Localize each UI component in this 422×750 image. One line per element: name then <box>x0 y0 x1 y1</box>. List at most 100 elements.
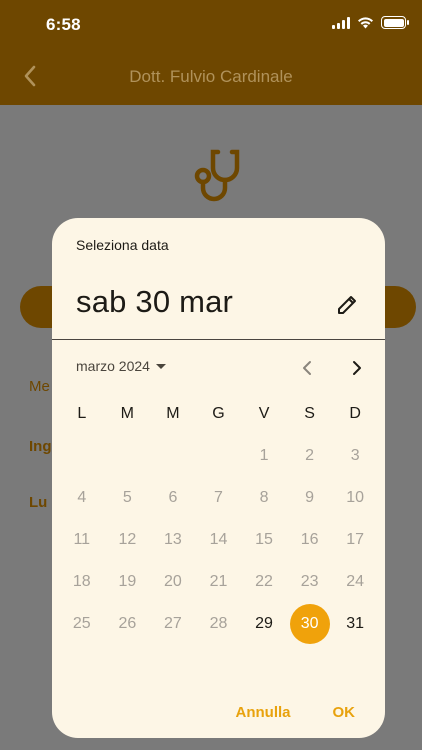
calendar-day-label: 31 <box>346 615 365 632</box>
weekday-label: L <box>77 405 87 422</box>
background-label: Me <box>29 378 50 395</box>
weekday-header-row: LMMGVSD <box>59 393 378 435</box>
calendar-day-label: 3 <box>350 447 360 464</box>
selected-date-display: sab 30 mar <box>76 284 234 319</box>
calendar-day-label: 20 <box>164 573 182 590</box>
calendar-day-label: 10 <box>346 489 365 506</box>
calendar-day-selected[interactable]: 30 <box>287 603 333 645</box>
weekday-label: G <box>212 405 225 422</box>
caret-down-icon <box>155 363 166 369</box>
calendar-day-label: 24 <box>346 573 365 590</box>
status-bar: 6:58 <box>0 0 422 48</box>
calendar-day-label: 5 <box>122 489 132 506</box>
wifi-icon <box>358 16 373 28</box>
weekday-label: S <box>304 405 315 422</box>
calendar-day-label: 17 <box>346 531 365 548</box>
app-bar: Dott. Fulvio Cardinale <box>0 48 422 105</box>
calendar-day-label: 29 <box>255 615 273 632</box>
calendar-day: 22 <box>241 561 287 603</box>
calendar-week-row: 1 2 3 <box>59 435 378 477</box>
date-picker-dialog: Seleziona data sab 30 mar marzo 2024 L M M… <box>52 218 385 738</box>
cellular-signal-icon <box>332 16 350 29</box>
calendar-day-label: 6 <box>168 489 178 506</box>
calendar-week-row: 18 19 20 21 22 23 24 <box>59 561 378 603</box>
calendar-day: 25 <box>59 603 105 645</box>
weekday-label: V <box>258 405 270 422</box>
page-title: Dott. Fulvio Cardinale <box>129 67 293 86</box>
calendar-day: 16 <box>287 519 333 561</box>
calendar-day[interactable]: 31 <box>332 603 378 645</box>
ok-button[interactable]: OK <box>333 704 356 721</box>
weekday-label: M <box>120 405 134 422</box>
calendar-day: 24 <box>332 561 378 603</box>
month-year-selector[interactable]: marzo 2024 <box>76 358 166 374</box>
calendar-day-label: 23 <box>300 573 319 590</box>
calendar-day: 4 <box>59 477 105 519</box>
calendar-day-label: 21 <box>209 573 228 590</box>
calendar-day: 8 <box>241 477 287 519</box>
calendar-day-label: 7 <box>214 489 223 506</box>
calendar-day: 23 <box>287 561 333 603</box>
calendar-day-label: 4 <box>77 489 87 506</box>
calendar-day-label: 13 <box>164 531 182 548</box>
calendar-day: 13 <box>150 519 196 561</box>
dialog-actions: Annulla OK <box>236 704 356 721</box>
calendar-day-label: 19 <box>118 573 137 590</box>
empty-cell <box>196 435 242 477</box>
background-label: Lu <box>29 494 48 511</box>
calendar-week-row: 25 26 27 28 29 30 31 <box>59 603 378 645</box>
calendar-day-label: 28 <box>209 615 228 632</box>
calendar-day: 3 <box>332 435 378 477</box>
calendar-day-label: 30 <box>289 604 330 644</box>
header-divider <box>52 339 385 340</box>
calendar-day[interactable]: 29 <box>241 603 287 645</box>
empty-cell <box>105 435 151 477</box>
calendar-day: 27 <box>150 603 196 645</box>
calendar-day: 28 <box>196 603 242 645</box>
calendar-day-label: 26 <box>118 615 137 632</box>
stethoscope-icon <box>194 149 240 202</box>
calendar-week-row: 4 5 6 7 8 9 10 <box>59 477 378 519</box>
calendar-day-label: 2 <box>305 447 315 464</box>
calendar-day: 17 <box>332 519 378 561</box>
calendar-day-label: 15 <box>255 531 273 548</box>
chevron-right-icon[interactable] <box>343 355 369 381</box>
calendar-day-label: 18 <box>72 573 91 590</box>
calendar-day: 20 <box>150 561 196 603</box>
calendar-grid: LMMGVSD 1 2 3 4 5 6 7 8 9 10 11 12 13 14 15 16 17 18 19 20 2… <box>59 393 378 645</box>
calendar-day: 7 <box>196 477 242 519</box>
status-icons <box>332 16 409 29</box>
calendar-day: 10 <box>332 477 378 519</box>
battery-icon <box>381 16 409 29</box>
calendar-day-label: 12 <box>118 531 137 548</box>
edit-pencil-icon[interactable] <box>332 290 362 320</box>
calendar-day: 14 <box>196 519 242 561</box>
calendar-day: 1 <box>241 435 287 477</box>
calendar-day-label: 11 <box>73 531 91 548</box>
month-year-label: marzo 2024 <box>76 358 150 374</box>
calendar-day: 21 <box>196 561 242 603</box>
dialog-header: Seleziona data <box>76 237 169 253</box>
calendar-day: 9 <box>287 477 333 519</box>
calendar-day: 2 <box>287 435 333 477</box>
calendar-day: 5 <box>105 477 151 519</box>
background-label: Ing <box>29 438 52 455</box>
calendar-day: 11 <box>59 519 105 561</box>
calendar-day: 15 <box>241 519 287 561</box>
calendar-day: 19 <box>105 561 151 603</box>
calendar-day-label: 25 <box>72 615 91 632</box>
chevron-left-icon[interactable] <box>295 355 321 381</box>
cancel-button[interactable]: Annulla <box>236 704 291 721</box>
weekday-label: M <box>166 405 180 422</box>
calendar-day-label: 8 <box>259 489 269 506</box>
calendar-day-label: 16 <box>300 531 319 548</box>
calendar-day: 6 <box>150 477 196 519</box>
calendar-day-label: 22 <box>255 573 273 590</box>
calendar-day-label: 27 <box>164 615 182 632</box>
calendar-day: 18 <box>59 561 105 603</box>
calendar-day-label: 1 <box>259 447 269 464</box>
empty-cell <box>150 435 196 477</box>
status-time: 6:58 <box>46 15 81 34</box>
weekday-label: D <box>349 405 361 422</box>
calendar-day-label: 9 <box>305 489 315 506</box>
